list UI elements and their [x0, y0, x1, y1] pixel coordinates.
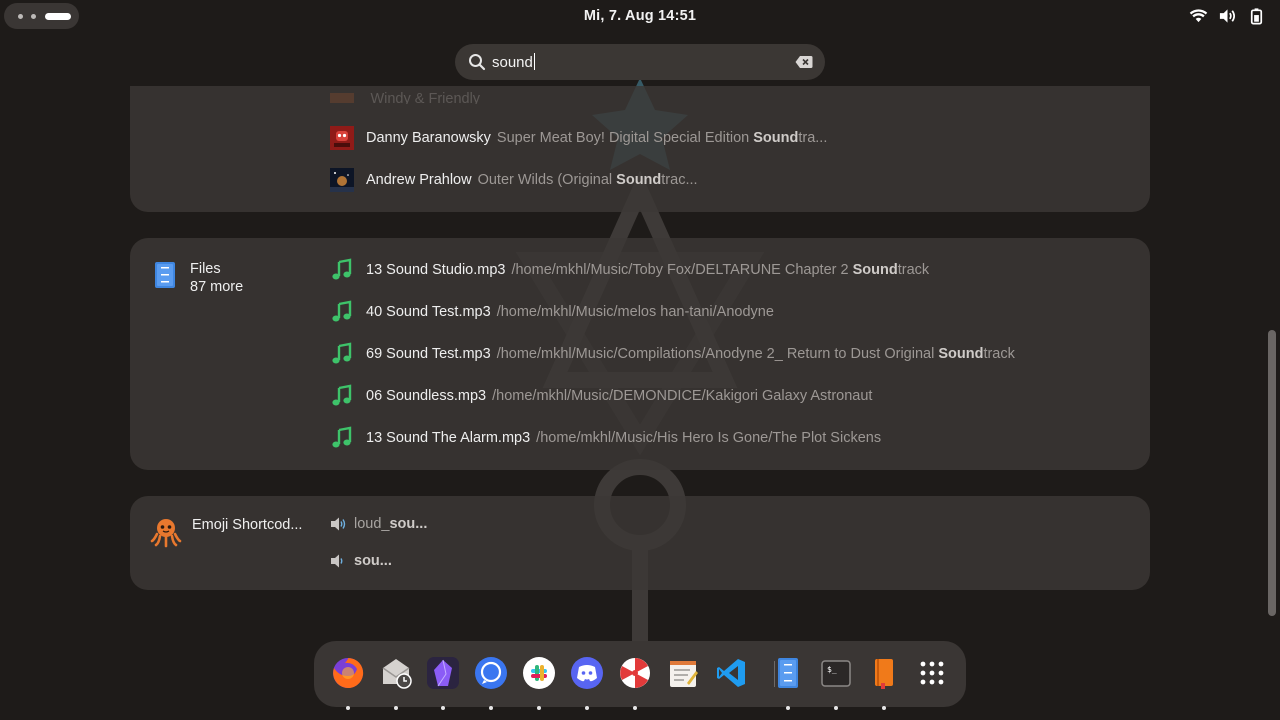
result-path: /home/mkhl/Music/His Hero Is Gone/The Pl… [536, 430, 882, 446]
system-tray[interactable] [1189, 7, 1266, 25]
vscode-icon[interactable] [714, 656, 748, 690]
result-title: 40 Sound Test.mp3 [366, 304, 491, 320]
files-provider[interactable]: Files 87 more [150, 260, 243, 296]
list-item[interactable]: loud_sou... [330, 510, 427, 538]
running-indicator [346, 706, 350, 710]
top-bar: Mi, 7. Aug 14:51 [0, 0, 1280, 32]
running-indicator [633, 706, 637, 710]
result-path: /home/mkhl/Music/Toby Fox/DELTARUNE Chap… [511, 262, 930, 278]
list-item[interactable]: 13 Sound Studio.mp3 /home/mkhl/Music/Tob… [330, 256, 929, 284]
list-item[interactable]: 69 Sound Test.mp3 /home/mkhl/Music/Compi… [330, 340, 1015, 368]
result-path: /home/mkhl/Music/Compilations/Anodyne 2_… [496, 346, 1015, 362]
emoji-shortcode: sou... [354, 553, 392, 569]
provider-name: Files [190, 261, 221, 277]
clear-icon[interactable] [795, 54, 813, 70]
album-art-icon [330, 168, 354, 192]
text-editor-icon[interactable] [666, 656, 700, 690]
running-indicator [882, 706, 886, 710]
search-field[interactable]: sound [455, 44, 825, 80]
list-item[interactable]: Danny Baranowsky Super Meat Boy! Digital… [330, 124, 827, 152]
audio-file-icon [332, 258, 352, 280]
sound-icon [331, 554, 343, 568]
result-title: 13 Sound Studio.mp3 [366, 262, 506, 278]
dock: $_ [314, 641, 966, 710]
list-item[interactable]: Andrew Prahlow Outer Wilds (Original Sou… [330, 166, 698, 194]
clock[interactable]: Mi, 7. Aug 14:51 [0, 8, 1280, 24]
running-indicator [394, 706, 398, 710]
audio-file-icon [332, 384, 352, 406]
result-title: 06 Soundless.mp3 [366, 388, 487, 404]
emoji-shortcode: loud_sou... [354, 516, 428, 532]
running-indicator [585, 706, 589, 710]
result-title: Windy & Friendly [370, 91, 481, 104]
obsidian-icon[interactable] [426, 656, 460, 710]
battery-icon[interactable] [1247, 7, 1266, 25]
discord-icon[interactable] [570, 656, 604, 710]
loud-sound-icon [331, 517, 346, 531]
more-results-count[interactable]: 87 more [190, 278, 243, 296]
list-item[interactable]: Windy & Friendly [330, 90, 480, 104]
audio-file-icon [332, 300, 352, 322]
firefox-icon[interactable] [331, 656, 365, 710]
app-grid-icon[interactable] [915, 656, 949, 690]
books-icon[interactable] [867, 656, 901, 710]
result-title: 13 Sound The Alarm.mp3 [366, 430, 531, 446]
result-path: /home/mkhl/Music/melos han-tani/Anodyne [496, 304, 774, 320]
emoji-provider[interactable]: Emoji Shortcod... [150, 516, 302, 548]
album-art-icon [330, 126, 354, 150]
list-item[interactable]: 40 Sound Test.mp3 /home/mkhl/Music/melos… [330, 298, 774, 326]
files-results-panel: Files 87 more 13 Sound Studio.mp3 /home/… [130, 238, 1150, 470]
svg-text:$_: $_ [827, 665, 837, 674]
audio-file-icon [332, 426, 352, 448]
slack-icon[interactable] [522, 656, 556, 710]
running-indicator [834, 706, 838, 710]
running-indicator [537, 706, 541, 710]
search-icon [469, 54, 486, 71]
octopus-icon [150, 519, 182, 548]
files-icon[interactable] [771, 656, 805, 710]
wifi-icon[interactable] [1189, 7, 1208, 25]
album-art-icon [330, 93, 354, 103]
files-icon [155, 262, 175, 288]
signal-icon[interactable] [474, 656, 508, 710]
running-indicator [786, 706, 790, 710]
result-description: Super Meat Boy! Digital Special Edition … [496, 130, 828, 146]
result-description: Outer Wilds (Original Soundtrac... [477, 172, 698, 188]
result-title: 69 Sound Test.mp3 [366, 346, 491, 362]
running-indicator [441, 706, 445, 710]
search-input[interactable]: sound [492, 53, 535, 71]
volume-icon[interactable] [1218, 7, 1237, 25]
mail-clock-icon[interactable] [379, 656, 413, 710]
terminal-icon[interactable]: $_ [819, 656, 853, 710]
result-path: /home/mkhl/Music/DEMONDICE/Kakigori Gala… [492, 388, 873, 404]
result-title: Danny Baranowsky [366, 130, 491, 146]
result-title: Andrew Prahlow [366, 172, 472, 188]
provider-name: Emoji Shortcod... [192, 517, 303, 533]
list-item[interactable]: 13 Sound The Alarm.mp3 /home/mkhl/Music/… [330, 424, 881, 452]
list-item[interactable]: 06 Soundless.mp3 /home/mkhl/Music/DEMOND… [330, 382, 872, 410]
emoji-results-panel: Emoji Shortcod... loud_sou... sou... [130, 496, 1150, 590]
list-item[interactable]: sou... [330, 547, 392, 575]
running-indicator [489, 706, 493, 710]
text-caret [533, 53, 535, 70]
audio-file-icon [332, 342, 352, 364]
scrollbar[interactable] [1268, 330, 1276, 616]
music-results-panel: Windy & Friendly Danny Baranowsky Super … [130, 86, 1150, 212]
search-query: sound [492, 54, 533, 71]
peppermint-icon[interactable] [618, 656, 652, 710]
